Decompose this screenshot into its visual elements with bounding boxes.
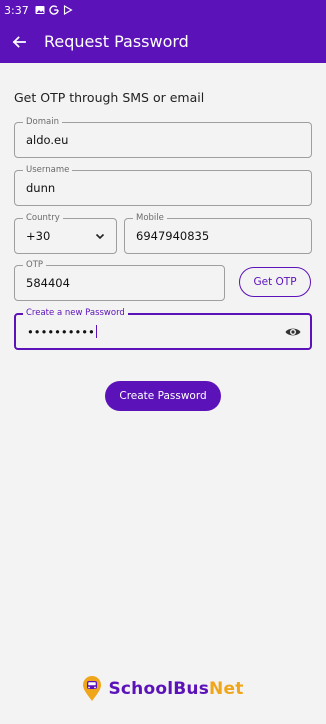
- google-icon: [49, 5, 59, 15]
- country-select[interactable]: Country +30: [14, 212, 117, 254]
- brand-name-part1: SchoolBus: [108, 679, 210, 699]
- text-cursor: [95, 325, 97, 338]
- bus-pin-icon: [83, 676, 102, 701]
- app-bar: Request Password: [0, 20, 326, 63]
- status-bar: 3:37: [0, 0, 326, 20]
- create-password-button[interactable]: Create Password: [105, 381, 221, 411]
- image-icon: [35, 6, 45, 14]
- arrow-left-icon: [12, 35, 26, 48]
- mobile-field[interactable]: Mobile 6947940835: [124, 212, 312, 254]
- brand-logo: SchoolBus Net: [0, 672, 326, 706]
- play-store-icon: [63, 5, 73, 15]
- back-button[interactable]: [0, 20, 38, 63]
- new-password-value: ••••••••••: [27, 324, 95, 339]
- mobile-value: 6947940835: [136, 229, 210, 243]
- chevron-down-icon: [95, 233, 105, 240]
- country-value: +30: [26, 229, 51, 243]
- otp-field[interactable]: OTP 584404: [14, 259, 225, 301]
- username-field[interactable]: Username dunn: [14, 164, 312, 206]
- new-password-field[interactable]: Create a new Password ••••••••••: [14, 307, 312, 350]
- brand-name-part2: Net: [209, 679, 244, 699]
- new-password-value-wrap: ••••••••••: [27, 315, 97, 348]
- username-value: dunn: [26, 181, 56, 195]
- status-time: 3:37: [4, 3, 29, 17]
- eye-icon: [285, 328, 301, 335]
- otp-value: 584404: [26, 276, 70, 290]
- form-subtitle: Get OTP through SMS or email: [14, 90, 205, 105]
- toggle-password-visibility[interactable]: [284, 323, 302, 341]
- domain-value: aldo.eu: [26, 133, 69, 147]
- get-otp-button[interactable]: Get OTP: [239, 267, 311, 297]
- status-icons: [35, 5, 73, 15]
- domain-field[interactable]: Domain aldo.eu: [14, 116, 312, 158]
- page-title: Request Password: [44, 32, 189, 51]
